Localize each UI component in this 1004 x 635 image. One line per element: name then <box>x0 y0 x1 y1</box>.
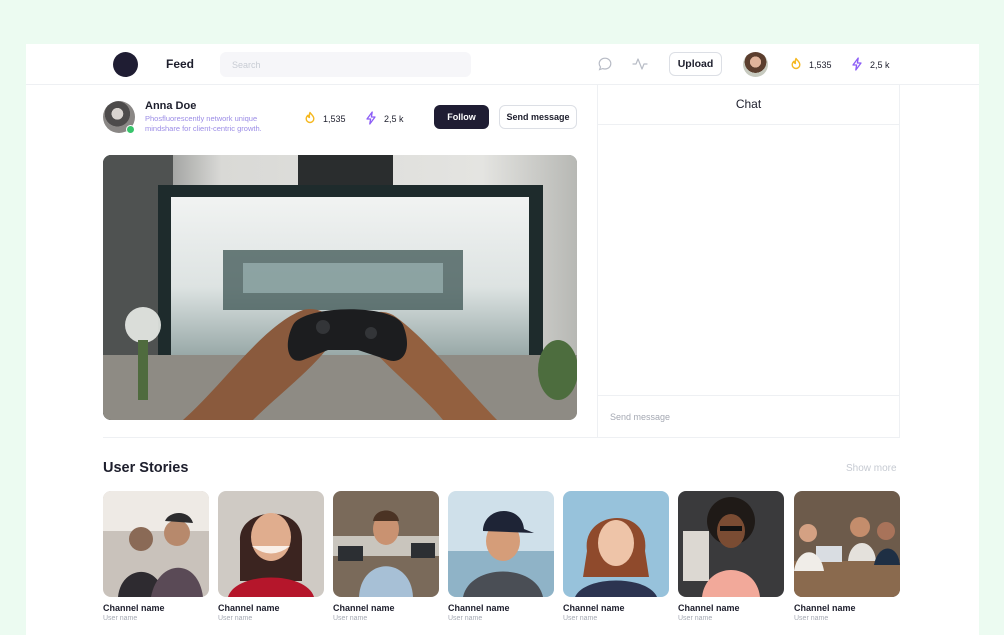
upload-button[interactable]: Upload <box>669 52 722 76</box>
story-channel-name[interactable]: Channel name <box>333 603 439 613</box>
story-user-name: User name <box>448 615 483 622</box>
chat-panel: Chat Send message <box>597 84 900 437</box>
story-channel-name[interactable]: Channel name <box>448 603 554 613</box>
profile-energy-value: 2,5 k <box>384 114 404 124</box>
stream-preview-image[interactable] <box>103 155 577 420</box>
story-user-name: User name <box>563 615 598 622</box>
story-channel-name[interactable]: Channel name <box>678 603 784 613</box>
chat-bubble-icon[interactable] <box>597 56 613 72</box>
profile-energy-stat: 2,5 k <box>364 111 404 127</box>
story-thumbnail[interactable] <box>218 491 324 597</box>
send-message-button[interactable]: Send message <box>499 105 577 129</box>
story-thumbnail[interactable] <box>678 491 784 597</box>
story-channel-name[interactable]: Channel name <box>103 603 209 613</box>
story-thumbnail[interactable] <box>103 491 209 597</box>
energy-value: 2,5 k <box>870 60 890 70</box>
story-channel-name[interactable]: Channel name <box>563 603 669 613</box>
follow-button[interactable]: Follow <box>434 105 489 129</box>
story-thumbnail[interactable] <box>333 491 439 597</box>
story-user-name: User name <box>333 615 368 622</box>
story-channel-name[interactable]: Channel name <box>794 603 900 613</box>
coin-icon <box>789 57 803 73</box>
story-user-name: User name <box>103 615 138 622</box>
profile-name[interactable]: Anna Doe <box>145 100 196 112</box>
energy-stat: 2,5 k <box>850 57 890 73</box>
story-card[interactable]: Channel name User name <box>218 491 324 622</box>
section-divider <box>103 437 900 438</box>
search-input[interactable] <box>220 52 471 77</box>
chat-title: Chat <box>598 84 899 125</box>
story-card[interactable]: Channel name User name <box>333 491 439 622</box>
activity-icon[interactable] <box>632 56 648 72</box>
profile-coins-stat: 1,535 <box>303 111 346 127</box>
story-user-name: User name <box>678 615 713 622</box>
lightning-icon <box>850 57 864 73</box>
story-card[interactable]: Channel name User name <box>448 491 554 622</box>
profile-bio: Phosfluorescently network unique mindsha… <box>145 114 262 133</box>
online-status-dot <box>126 125 135 134</box>
coins-stat: 1,535 <box>789 57 832 73</box>
stories-title: User Stories <box>103 460 189 476</box>
coins-value: 1,535 <box>809 60 832 70</box>
chat-message-input[interactable]: Send message <box>598 395 899 437</box>
story-card[interactable]: Channel name User name <box>103 491 209 622</box>
story-user-name: User name <box>218 615 253 622</box>
story-user-name: User name <box>794 615 829 622</box>
story-thumbnail[interactable] <box>563 491 669 597</box>
story-channel-name[interactable]: Channel name <box>218 603 324 613</box>
story-card[interactable]: Channel name User name <box>563 491 669 622</box>
story-thumbnail[interactable] <box>448 491 554 597</box>
lightning-icon <box>364 111 378 127</box>
profile-coins-value: 1,535 <box>323 114 346 124</box>
user-avatar[interactable] <box>743 52 768 77</box>
feed-title[interactable]: Feed <box>166 57 194 71</box>
top-bar: Feed Upload 1,535 2,5 k <box>26 44 979 85</box>
logo[interactable] <box>113 52 138 77</box>
story-card[interactable]: Channel name User name <box>678 491 784 622</box>
coin-icon <box>303 111 317 127</box>
show-more-link[interactable]: Show more <box>846 463 897 474</box>
story-card[interactable]: Channel name User name <box>794 491 900 622</box>
app-window: Feed Upload 1,535 2,5 k Anna Doe Phosflu… <box>26 44 979 635</box>
story-thumbnail[interactable] <box>794 491 900 597</box>
